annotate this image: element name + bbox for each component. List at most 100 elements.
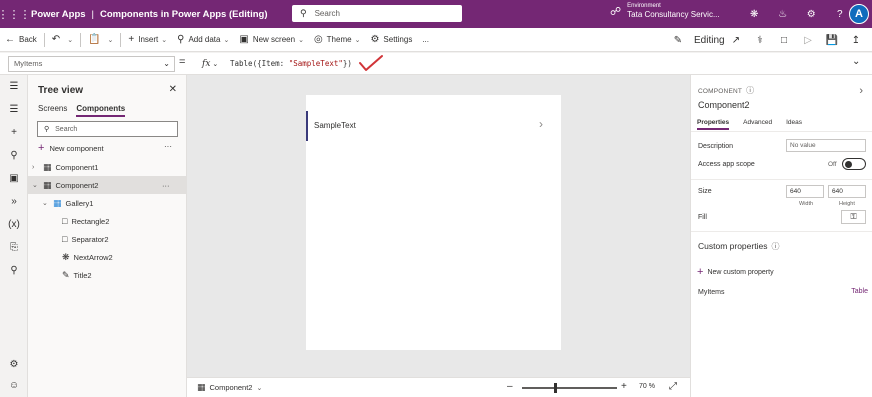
settings-button[interactable]: ⚙ Settings <box>365 28 417 52</box>
chevron-down-icon: ⌄ <box>32 182 38 189</box>
component-selector[interactable]: ▦ Component2 ⌄ <box>197 382 262 393</box>
chevron-down-icon: ⌄ <box>354 36 361 44</box>
info-icon[interactable]: ⓘ <box>771 242 779 251</box>
power-automate-icon[interactable]: » <box>0 196 28 207</box>
variables-icon[interactable]: (x) <box>0 219 28 230</box>
control-name[interactable]: Component2 <box>698 100 750 110</box>
next-arrow-icon[interactable]: › <box>539 117 543 131</box>
environment-label: Environment <box>627 3 661 9</box>
account-icon[interactable]: ☺ <box>0 380 28 391</box>
command-bar-right: ✎ Editing ↗ ⚕ □ ▷ 💾 ↥ <box>660 28 868 52</box>
fill-label: Fill <box>698 214 707 221</box>
gallery-row[interactable]: SampleText › <box>306 111 561 141</box>
insert-button[interactable]: + Insert ⌄ <box>123 28 172 52</box>
tree-node-separator2[interactable]: □ Separator2 <box>60 230 109 248</box>
product-name[interactable]: Power Apps <box>31 9 86 20</box>
environment-picker[interactable]: ☍ Environment Tata Consultancy Servic... <box>610 3 720 20</box>
tree-view-layers-icon[interactable]: ☰ <box>0 104 28 115</box>
new-screen-button[interactable]: ▣ New screen ⌄ <box>234 28 309 52</box>
tab-ideas[interactable]: Ideas <box>786 119 802 130</box>
global-search-input[interactable]: ⚲ Search <box>292 5 462 22</box>
component-icon: ▦ <box>197 382 206 392</box>
chevron-right-icon: › <box>32 163 35 171</box>
share-icon[interactable]: ↗ <box>724 35 748 46</box>
custom-property-name[interactable]: MyItems <box>698 289 724 296</box>
copilot-icon[interactable]: ❋ <box>740 9 769 20</box>
database-icon: ⚲ <box>177 34 185 45</box>
save-icon[interactable]: 💾 <box>820 35 844 46</box>
fit-to-window-icon[interactable]: ⤢ <box>669 381 677 392</box>
zoom-slider-thumb[interactable] <box>554 383 557 393</box>
height-input[interactable]: 640 <box>828 185 866 198</box>
chevron-right-icon[interactable]: › <box>859 85 863 97</box>
property-dropdown[interactable]: MyItems ⌄ <box>8 56 175 72</box>
info-icon[interactable]: ⓘ <box>746 86 754 95</box>
tree-node-nextarrow2[interactable]: ❋ NextArrow2 <box>60 248 113 266</box>
function-picker[interactable]: fx ⌄ <box>198 56 224 72</box>
app-checker-icon[interactable]: ⚕ <box>748 35 772 46</box>
insert-plus-icon[interactable]: + <box>0 127 28 138</box>
undo-icon: ↶ <box>51 34 61 45</box>
zoom-slider-track[interactable] <box>522 387 617 389</box>
publish-icon[interactable]: ↥ <box>844 35 868 46</box>
formula-bar: MyItems ⌄ = fx ⌄ Table({Item: "SampleText… <box>0 53 872 75</box>
access-app-scope-toggle[interactable] <box>842 158 866 170</box>
new-component-button[interactable]: + New component <box>38 142 104 154</box>
preview-play-icon[interactable]: ▷ <box>796 35 820 46</box>
description-input[interactable]: No value <box>786 139 866 152</box>
tab-properties[interactable]: Properties <box>697 119 730 130</box>
settings-gear-icon[interactable]: ⚙ <box>797 9 826 20</box>
width-caption: Width <box>799 201 814 207</box>
advanced-tools-icon[interactable]: ⎘ <box>0 242 28 253</box>
avatar[interactable]: A <box>849 4 869 24</box>
hamburger-menu-icon[interactable]: ☰ <box>0 81 28 92</box>
formula-input[interactable]: Table({Item: "SampleText"}) <box>230 56 352 72</box>
more-commands-button[interactable]: ... <box>417 28 434 52</box>
undo-button[interactable]: ↶ ⌄ <box>47 28 78 52</box>
media-icon[interactable]: ▣ <box>0 173 28 184</box>
separator-icon: □ <box>62 234 68 244</box>
formula-suffix: }) <box>342 59 352 68</box>
width-input[interactable]: 640 <box>786 185 824 198</box>
zoom-out-button[interactable]: – <box>507 381 513 392</box>
close-icon[interactable]: ✕ <box>169 84 177 95</box>
zoom-in-button[interactable]: + <box>621 381 627 392</box>
tree-node-component1[interactable]: › ▦ Component1 <box>32 158 98 176</box>
tree-node-component2[interactable]: ⌄ ▦ Component2 <box>32 176 98 194</box>
settings-gear-icon[interactable]: ⚙ <box>0 359 28 370</box>
gallery-title-text[interactable]: SampleText <box>314 121 356 130</box>
tab-advanced[interactable]: Advanced <box>743 119 772 130</box>
app-title: Power Apps | Components in Power Apps (Edi… <box>31 8 268 20</box>
tree-node-more-button[interactable]: ··· <box>162 176 170 194</box>
editing-mode-button[interactable]: ✎ Editing <box>660 28 725 52</box>
gallery-icon: ▦ <box>53 197 62 208</box>
tree-node-rectangle2[interactable]: □ Rectangle2 <box>60 212 109 230</box>
tree-node-title2[interactable]: ✎ Title2 <box>60 266 92 284</box>
paste-button[interactable]: 📋 ⌄ <box>83 28 118 52</box>
notifications-icon[interactable]: ♨ <box>769 9 798 20</box>
tab-screens[interactable]: Screens <box>38 104 67 117</box>
palette-icon: ◎ <box>313 34 323 45</box>
component-canvas[interactable]: SampleText › <box>306 95 561 350</box>
checkmark-annotation-icon <box>359 55 383 71</box>
chevron-down-icon: ⌄ <box>67 36 74 44</box>
custom-properties-title: Custom properties ⓘ <box>698 241 780 251</box>
search-icon[interactable]: ⚲ <box>0 265 28 276</box>
comments-icon[interactable]: □ <box>772 35 796 46</box>
new-component-more-button[interactable]: ··· <box>164 142 172 151</box>
data-icon[interactable]: ⚲ <box>0 150 28 161</box>
description-label: Description <box>698 143 734 150</box>
fill-color-button[interactable]: ⚿ <box>841 210 866 224</box>
app-launcher-icon[interactable]: ⋮⋮⋮ <box>0 0 31 28</box>
theme-button[interactable]: ◎ Theme ⌄ <box>309 28 366 52</box>
divider <box>691 131 872 132</box>
back-button[interactable]: ← Back <box>0 28 42 52</box>
tab-components[interactable]: Components <box>76 104 126 117</box>
expand-formula-bar-icon[interactable]: ⌄ <box>852 56 860 67</box>
tree-search-input[interactable]: ⚲ Search <box>37 121 178 137</box>
chevron-down-icon: ⌄ <box>163 59 170 68</box>
add-data-button[interactable]: ⚲ Add data ⌄ <box>172 28 234 52</box>
tree-node-gallery1[interactable]: ⌄ ▦ Gallery1 <box>42 194 93 212</box>
custom-property-type[interactable]: Table <box>851 288 868 295</box>
new-custom-property-button[interactable]: + New custom property <box>697 266 774 278</box>
